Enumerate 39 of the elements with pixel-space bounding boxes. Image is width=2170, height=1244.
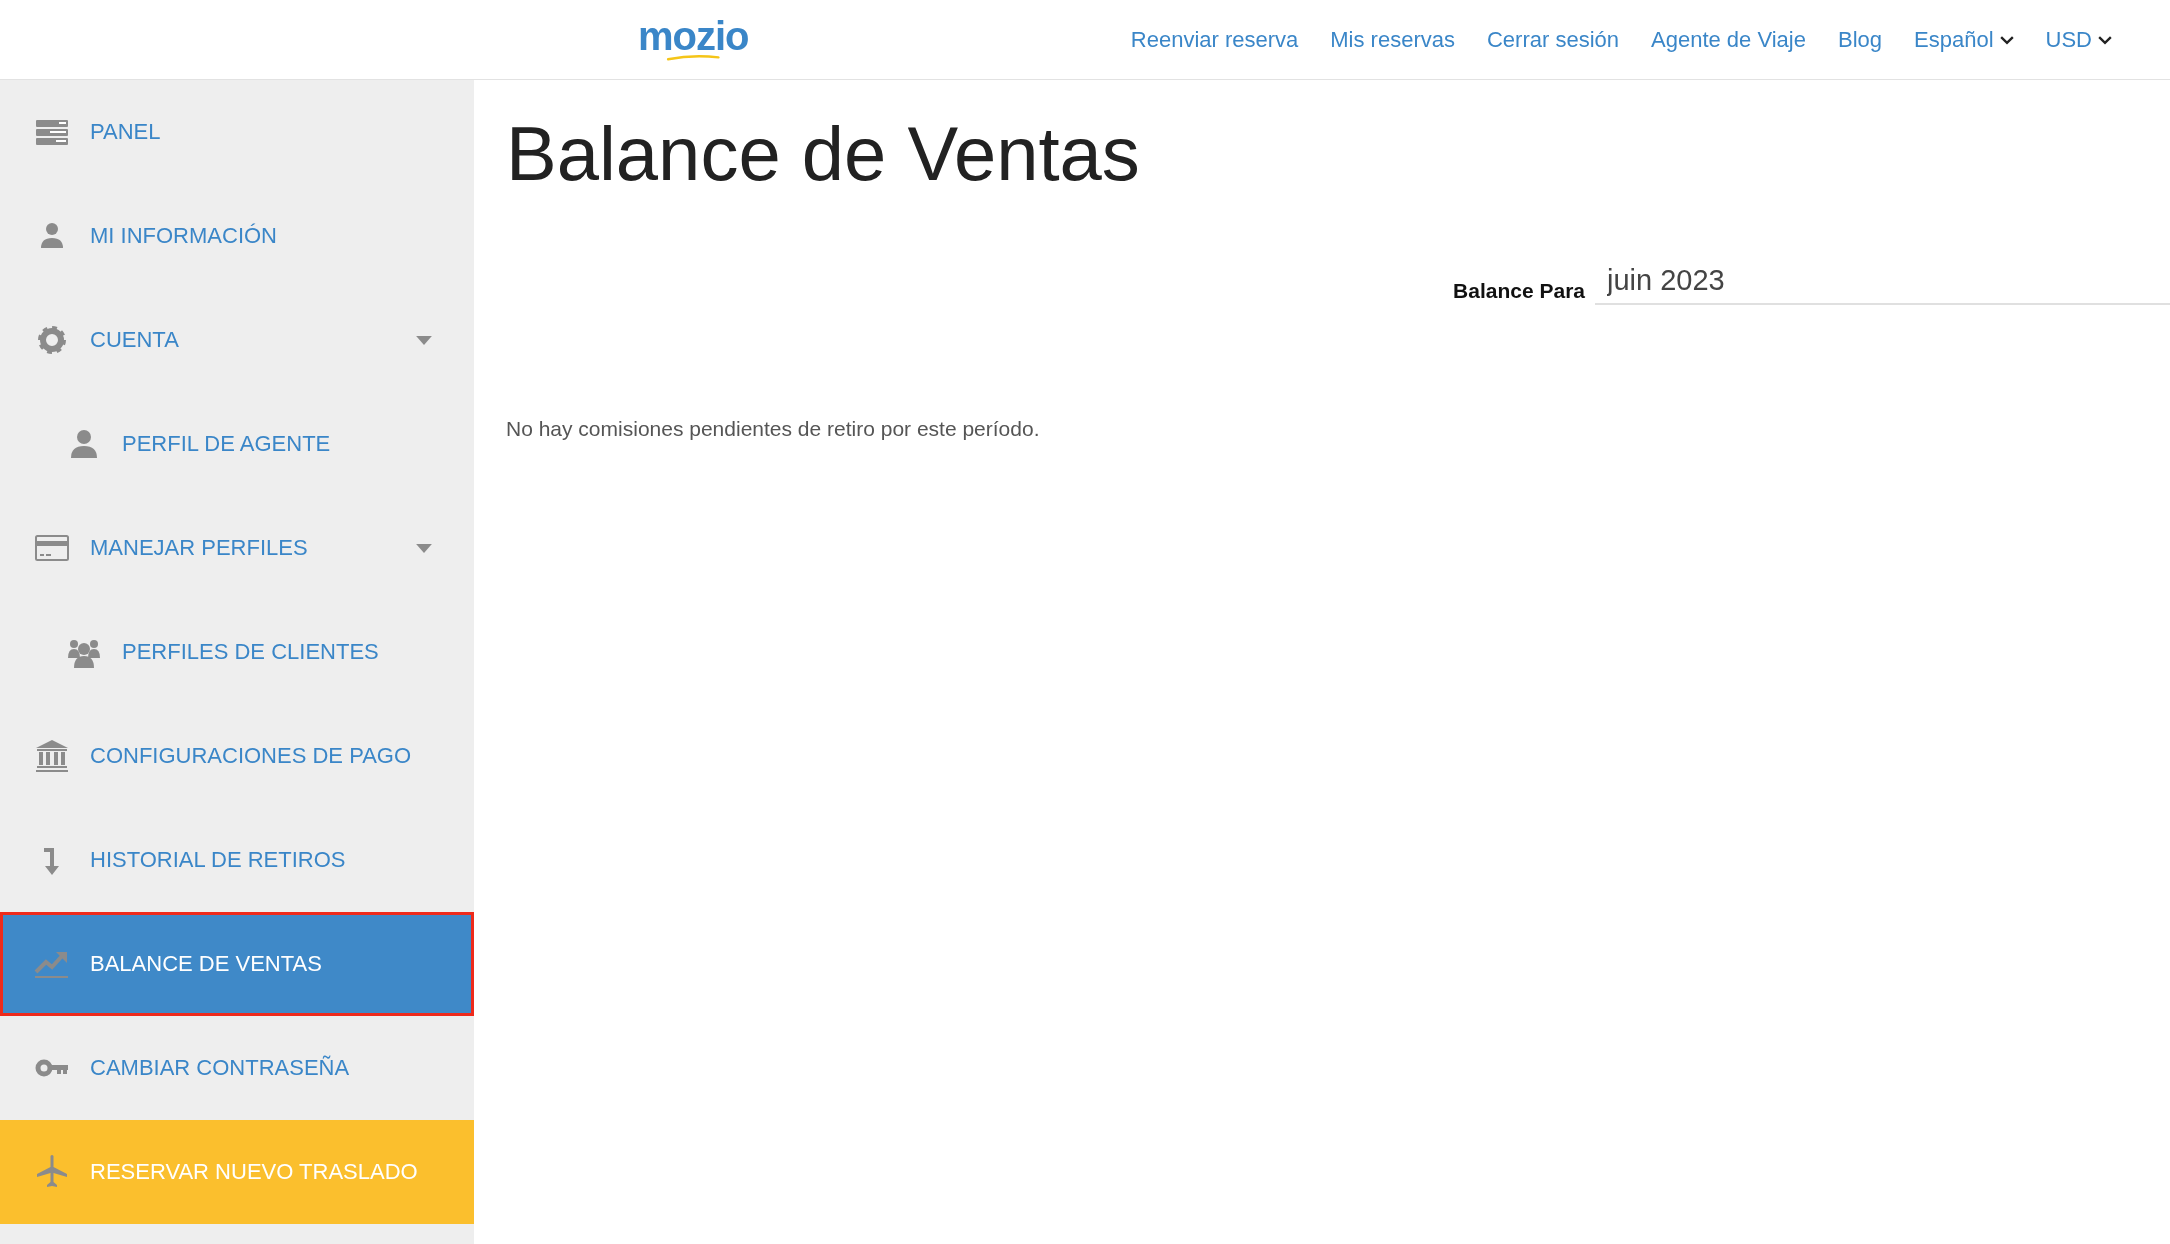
nav-link[interactable]: Cerrar sesión <box>1487 26 1620 53</box>
item-label: PERFILES DE CLIENTES <box>122 639 379 665</box>
sidebar-item[interactable]: PERFILES DE CLIENTES <box>0 600 474 704</box>
item-label: MI INFORMACIÓN <box>90 223 277 249</box>
dropdown-link[interactable]: USD <box>2045 26 2112 53</box>
balance-label: Balance Para <box>1453 279 1585 304</box>
logo[interactable]: mozio <box>638 15 749 64</box>
sidebar-item[interactable]: MANEJAR PERFILES <box>0 496 474 600</box>
sidebar-item[interactable]: PERFIL DE AGENTE <box>0 392 474 496</box>
item-label: CAMBIAR CONTRASEÑA <box>90 1055 350 1081</box>
sidebar-item[interactable]: MI INFORMACIÓN <box>0 184 474 288</box>
sidebar-item[interactable]: CUENTA <box>0 288 474 392</box>
item-label: HISTORIAL DE RETIROS <box>90 847 346 873</box>
sidebar-item[interactable]: BALANCE DE VENTAS <box>0 912 474 1016</box>
item-label: PANEL <box>90 119 161 145</box>
page-title: Balance de Ventas <box>506 116 1141 192</box>
sidebar-item[interactable]: CONFIGURACIONES DE PAGO <box>0 704 474 808</box>
nav-link[interactable]: Agente de Viaje <box>1651 26 1806 53</box>
chevron-icon <box>1999 34 2014 45</box>
nav-link[interactable]: Reenviar reserva <box>1130 26 1299 53</box>
airplane-icon <box>34 1154 70 1190</box>
chevron-icon <box>2098 34 2112 45</box>
caret-icon[interactable] <box>416 543 432 553</box>
nav-link[interactable]: Blog <box>1838 26 1883 53</box>
dropdown-link[interactable]: Español <box>1914 26 2014 53</box>
sidebar-item[interactable]: CAMBIAR CONTRASEÑA <box>0 1016 474 1120</box>
empty-message: No hay comisiones pendientes de retiro por este período. <box>506 417 1041 441</box>
item-label: MANEJAR PERFILES <box>90 535 308 561</box>
bank-icon <box>34 738 70 774</box>
caret-icon[interactable] <box>416 335 432 345</box>
month-field[interactable]: juin 2023 <box>1595 264 2170 305</box>
sidebar-item[interactable]: PANEL <box>0 80 474 184</box>
item-label: RESERVAR NUEVO TRASLADO <box>90 1159 418 1185</box>
item-label: CUENTA <box>90 327 179 353</box>
item-label: BALANCE DE VENTAS <box>90 951 322 977</box>
nav-link[interactable]: Mis reservas <box>1330 26 1455 53</box>
item-label: CONFIGURACIONES DE PAGO <box>90 743 412 769</box>
item-label: PERFIL DE AGENTE <box>122 431 331 457</box>
sidebar-item[interactable]: HISTORIAL DE RETIROS <box>0 808 474 912</box>
